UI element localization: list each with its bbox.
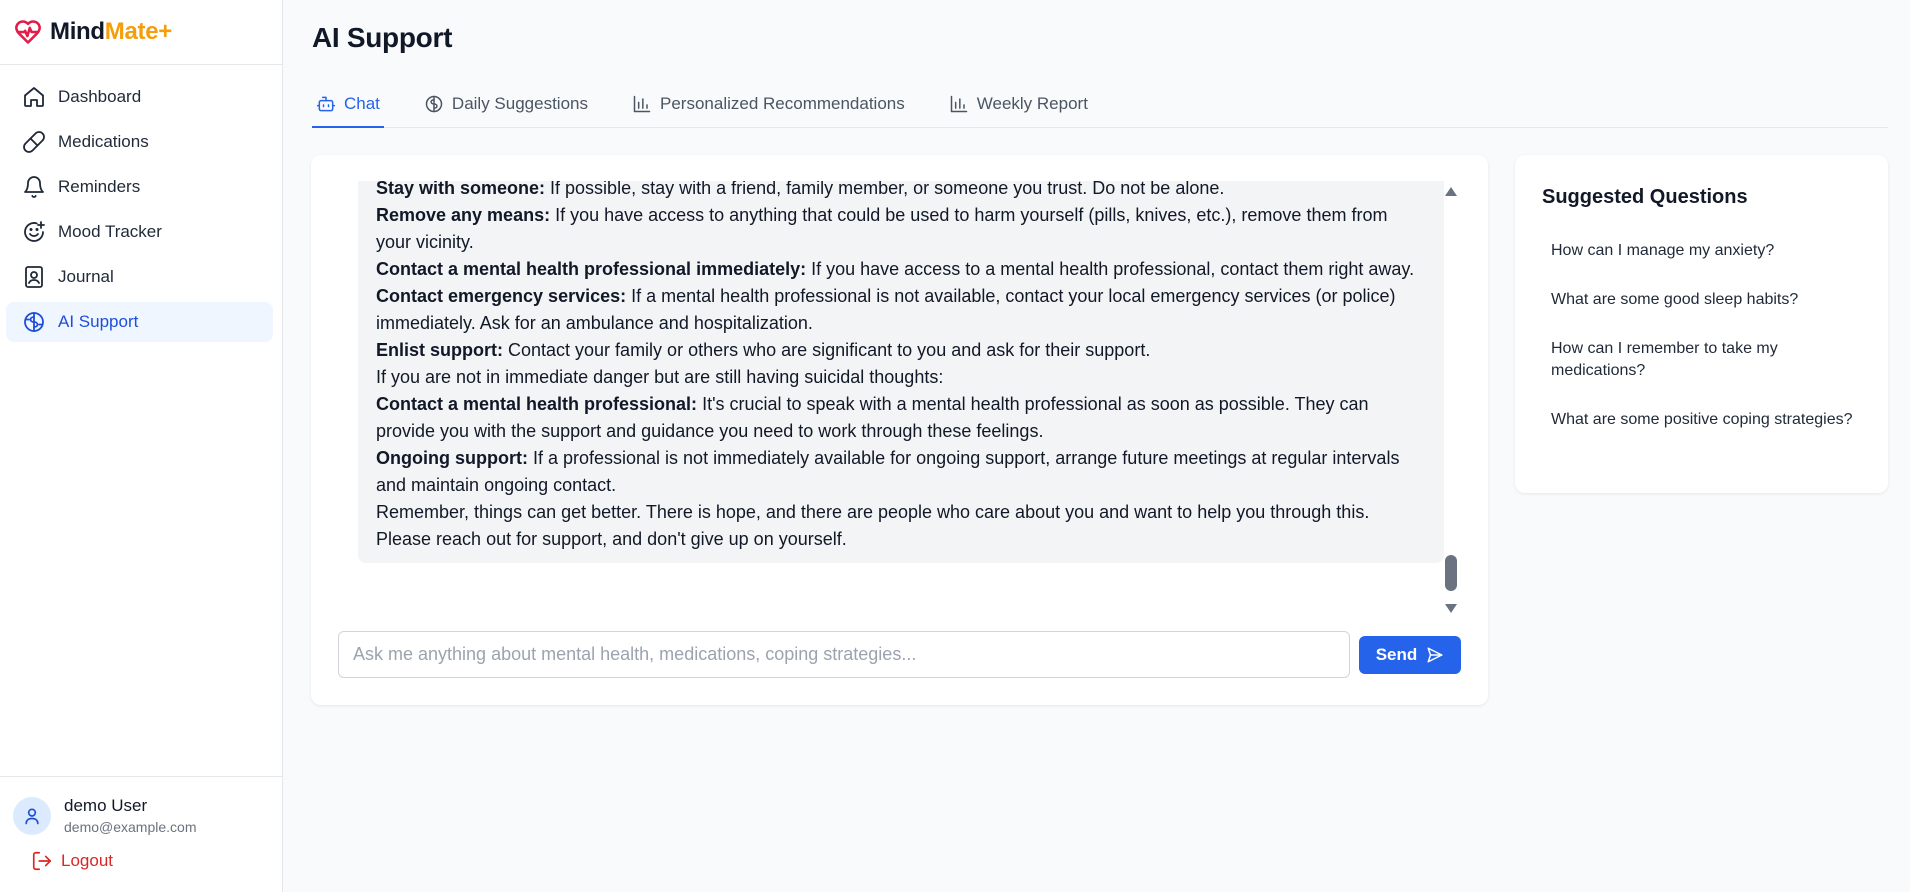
brand-name: MindMate+ (50, 18, 172, 45)
message-paragraph: Enlist support: Contact your family or o… (376, 340, 1151, 360)
scrollbar-thumb[interactable] (1445, 555, 1457, 591)
logout-button[interactable]: Logout (31, 850, 282, 872)
sidebar-item-mood-tracker[interactable]: Mood Tracker (6, 212, 273, 252)
sidebar-nav: Dashboard Medications Reminders Mood Tra… (0, 65, 282, 342)
message-paragraph: Stay with someone: If possible, stay wit… (376, 181, 1225, 198)
suggested-question[interactable]: How can I manage my anxiety? (1542, 235, 1862, 267)
send-label: Send (1375, 645, 1418, 664)
tab-personalized-recommendations[interactable]: Personalized Recommendations (628, 86, 909, 128)
user-icon (25, 808, 39, 824)
logout-label: Logout (61, 851, 113, 870)
user-name: demo User (64, 796, 148, 815)
sidebar-item-dashboard[interactable]: Dashboard (6, 77, 273, 117)
sidebar-item-label: Dashboard (58, 87, 142, 106)
bell-icon (24, 176, 44, 198)
sidebar-item-label: Journal (58, 267, 114, 286)
user-info: demo User demo@example.com (64, 796, 197, 835)
sidebar-item-label: Mood Tracker (58, 222, 162, 241)
tab-weekly-report[interactable]: Weekly Report (945, 86, 1092, 128)
message-paragraph: Contact a mental health professional: It… (376, 394, 1369, 441)
bot-icon (316, 96, 336, 112)
suggested-questions-panel: Suggested Questions How can I manage my … (1515, 155, 1888, 493)
message-paragraph: Remember, things can get better. There i… (376, 502, 1370, 549)
message-paragraph: Ongoing support: If a professional is no… (376, 448, 1400, 495)
chat-panel: Stay with someone: If possible, stay wit… (311, 155, 1488, 705)
smile-icon (24, 221, 45, 242)
heart-pulse-icon (15, 20, 41, 44)
tab-chat[interactable]: Chat (312, 86, 384, 128)
send-icon (1427, 647, 1443, 663)
sidebar: MindMate+ Dashboard Medications Reminder… (0, 0, 283, 892)
sidebar-footer: demo User demo@example.com Logout (0, 776, 282, 892)
bar-chart-icon (633, 95, 651, 113)
send-button[interactable]: Send (1359, 636, 1461, 674)
brand-logo[interactable]: MindMate+ (0, 0, 282, 65)
user-email: demo@example.com (64, 819, 197, 835)
sidebar-item-journal[interactable]: Journal (6, 257, 273, 297)
sidebar-item-ai-support[interactable]: AI Support (6, 302, 273, 342)
page-title: AI Support (312, 22, 453, 53)
tab-label: Personalized Recommendations (660, 94, 905, 113)
assistant-message: Stay with someone: If possible, stay wit… (358, 181, 1444, 563)
chat-scrollbar[interactable] (1441, 187, 1461, 613)
suggested-question[interactable]: What are some good sleep habits? (1542, 284, 1862, 316)
scroll-up-arrow[interactable] (1445, 187, 1457, 196)
avatar (13, 796, 51, 835)
message-paragraph: Contact emergency services: If a mental … (376, 286, 1396, 333)
suggested-question[interactable]: How can I remember to take my medication… (1542, 333, 1862, 387)
chat-input[interactable] (338, 631, 1350, 678)
sidebar-item-label: AI Support (58, 312, 139, 331)
brain-icon (425, 95, 443, 113)
sidebar-item-label: Medications (58, 132, 149, 151)
logout-icon (32, 851, 52, 871)
message-list[interactable]: Stay with someone: If possible, stay wit… (347, 181, 1457, 620)
scroll-down-arrow[interactable] (1445, 604, 1457, 613)
tab-daily-suggestions[interactable]: Daily Suggestions (420, 86, 592, 128)
brain-icon (24, 312, 44, 332)
pill-icon (23, 131, 45, 153)
sidebar-item-label: Reminders (58, 177, 141, 196)
journal-icon (25, 266, 43, 288)
suggested-question[interactable]: What are some positive coping strategies… (1542, 404, 1862, 436)
tab-bar: Chat Daily Suggestions Personalized Reco… (312, 86, 1888, 128)
tab-label: Chat (344, 94, 380, 113)
sidebar-item-medications[interactable]: Medications (6, 122, 273, 162)
user-profile[interactable]: demo User demo@example.com (0, 777, 282, 835)
chat-input-row: Send (338, 631, 1462, 679)
tab-label: Daily Suggestions (451, 94, 588, 113)
home-icon (24, 87, 44, 107)
tab-label: Weekly Report (976, 94, 1088, 113)
suggested-questions-title: Suggested Questions (1542, 186, 1748, 208)
bar-chart-icon (950, 95, 967, 113)
message-paragraph: Contact a mental health professional imm… (376, 259, 1415, 279)
message-paragraph: If you are not in immediate danger but a… (376, 367, 944, 387)
sidebar-item-reminders[interactable]: Reminders (6, 167, 273, 207)
message-paragraph: Remove any means: If you have access to … (376, 205, 1388, 252)
suggested-questions-list: How can I manage my anxiety? What are so… (1542, 235, 1862, 453)
